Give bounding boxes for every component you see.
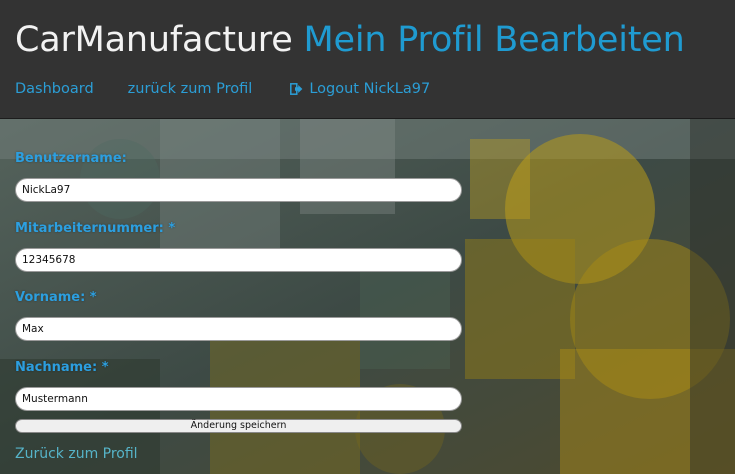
page-heading: Mein Profil Bearbeiten [303,20,685,60]
first-name-field[interactable] [15,317,462,341]
username-label: Benutzername: [15,151,127,166]
logout-label: Logout NickLa97 [309,81,431,97]
logout-icon [290,83,303,95]
top-nav: Dashboard zurück zum Profil Logout NickL… [15,78,430,100]
employee-number-field[interactable] [15,248,462,272]
username-field[interactable] [15,178,462,202]
brand-name: CarManufacture [15,20,293,60]
nav-back-to-profile-link[interactable]: zurück zum Profil [128,81,253,97]
first-name-label: Vorname: * [15,290,97,305]
logout-link[interactable]: Logout NickLa97 [290,81,430,97]
save-changes-button[interactable]: Änderung speichern [15,419,462,433]
nav-dashboard-link[interactable]: Dashboard [15,81,94,97]
last-name-label: Nachname: * [15,360,109,375]
employee-number-label: Mitarbeiternummer: * [15,221,176,236]
back-to-profile-link[interactable]: Zurück zum Profil [15,446,138,462]
last-name-field[interactable] [15,387,462,411]
page-title: CarManufacture Mein Profil Bearbeiten [15,18,685,62]
page-header: CarManufacture Mein Profil Bearbeiten Da… [0,0,735,119]
